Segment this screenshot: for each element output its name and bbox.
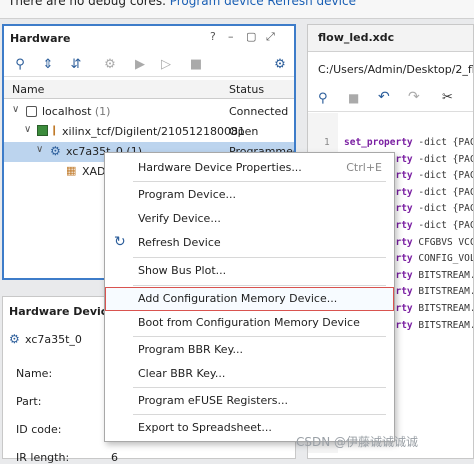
run-trigger-icon[interactable]: ▶ [132, 57, 148, 73]
maximize-icon[interactable]: ⤢ [266, 30, 275, 44]
jtag-icon: ❙ [50, 125, 59, 136]
column-name[interactable]: Name [12, 83, 44, 96]
menu-item-boot-from-configuration-memory[interactable]: Boot from Configuration Memory Device [105, 312, 394, 334]
stop-icon[interactable]: ■ [188, 57, 204, 73]
tree-label: localhost (1) [42, 105, 111, 118]
menu-item-verify-device[interactable]: Verify Device... [105, 208, 394, 230]
menu-item-program-efuse-registers[interactable]: Program eFUSE Registers... [105, 390, 394, 412]
menu-item-show-bus-plot[interactable]: Show Bus Plot... [105, 260, 394, 282]
name-label: Name: [16, 367, 53, 380]
refresh-icon: ↻ [114, 234, 126, 250]
menu-divider [133, 336, 386, 337]
info-message: There are no debug cores. Program device… [8, 0, 356, 8]
minimize-icon[interactable]: – [228, 30, 234, 43]
status-text: Connected [229, 105, 289, 118]
tree-label: xilinx_tcf/Digilent/210512180081 [62, 125, 245, 138]
restore-icon[interactable]: ▢ [246, 30, 256, 43]
auto-connect-icon[interactable]: ⚙ [102, 57, 118, 73]
menu-item-label: Program Device... [138, 188, 237, 201]
watermark: CSDN @伊藤诚诚诚诚 [296, 435, 419, 449]
settings-gear-icon[interactable]: ⚙ [272, 57, 288, 73]
line-number: 1 [324, 137, 330, 148]
info-bar: There are no debug cores. Program device… [0, 0, 474, 19]
program-device-link[interactable]: Program device [170, 0, 264, 8]
code-keyword: set_property -dict {PAC [344, 137, 474, 148]
menu-divider [133, 285, 386, 286]
editor-tab[interactable]: flow_led.xdc [308, 25, 473, 52]
menu-divider [133, 414, 386, 415]
menu-item-program-bbr-key[interactable]: Program BBR Key... [105, 339, 394, 361]
menu-item-label: Show Bus Plot... [138, 264, 227, 277]
info-text: There are no debug cores. [8, 0, 166, 8]
board-icon [37, 125, 48, 136]
menu-item-add-configuration-memory-device[interactable]: Add Configuration Memory Device... [105, 287, 394, 311]
menu-item-label: Verify Device... [138, 212, 221, 225]
menu-item-program-device[interactable]: Program Device... [105, 184, 394, 206]
tree-row-target[interactable]: ∨ ❙ xilinx_tcf/Digilent/210512180081 Ope… [4, 122, 294, 142]
menu-divider [133, 257, 386, 258]
menu-divider [133, 387, 386, 388]
xadc-icon: ▦ [66, 164, 77, 177]
hardware-toolbar: ⚲ ⇕ ⇵ ⚙ ▶ ▷ ■ ⚙ [4, 54, 294, 77]
ir-length-value: 6 [111, 451, 118, 464]
help-icon[interactable]: ? [210, 30, 216, 43]
menu-item-hardware-device-properties[interactable]: Hardware Device Properties... Ctrl+E [105, 157, 394, 179]
cut-icon[interactable]: ✂ [442, 90, 453, 105]
chevron-down-icon[interactable]: ∨ [12, 104, 19, 115]
context-menu: Hardware Device Properties... Ctrl+E Pro… [104, 152, 395, 442]
chip-icon: ⚙ [9, 332, 20, 346]
menu-item-label: Clear BBR Key... [138, 367, 226, 380]
menu-item-refresh-device[interactable]: ↻ Refresh Device [105, 232, 394, 254]
table-header: Name Status [4, 80, 294, 99]
file-path: C:/Users/Admin/Desktop/2_flow_ [318, 63, 473, 76]
tree-row-localhost[interactable]: ∨ localhost (1) Connected [4, 102, 294, 122]
part-label: Part: [16, 395, 42, 408]
chevron-down-icon[interactable]: ∨ [24, 124, 31, 135]
run-trigger-immediate-icon[interactable]: ▷ [158, 57, 174, 73]
ir-length-label: IR length: [16, 451, 70, 464]
server-icon [26, 106, 37, 117]
chip-icon: ⚙ [50, 144, 61, 158]
menu-item-clear-bbr-key[interactable]: Clear BBR Key... [105, 363, 394, 385]
save-icon[interactable]: ■ [348, 91, 359, 105]
menu-item-label: Program eFUSE Registers... [138, 394, 288, 407]
menu-shortcut: Ctrl+E [346, 161, 382, 174]
menu-item-label: Export to Spreadsheet... [138, 421, 272, 434]
device-name: xc7a35t_0 [25, 333, 82, 346]
menu-item-label: Hardware Device Properties... [138, 161, 302, 174]
menu-item-label: Refresh Device [138, 236, 221, 249]
refresh-device-link[interactable]: Refresh device [267, 0, 356, 8]
menu-item-label: Boot from Configuration Memory Device [138, 316, 360, 329]
editor-toolbar: ⚲ ■ ↶ ↷ ✂ [308, 87, 473, 112]
chevron-down-icon[interactable]: ∨ [36, 144, 43, 155]
search-icon[interactable]: ⚲ [318, 91, 328, 106]
editor-tab-label: flow_led.xdc [318, 31, 395, 44]
menu-item-label: Add Configuration Memory Device... [138, 292, 338, 305]
expand-all-icon[interactable]: ⇵ [68, 57, 84, 73]
menu-divider [133, 181, 386, 182]
menu-item-label: Program BBR Key... [138, 343, 244, 356]
column-status[interactable]: Status [229, 83, 264, 96]
collapse-all-icon[interactable]: ⇕ [40, 57, 56, 73]
search-icon[interactable]: ⚲ [12, 57, 28, 73]
status-text: Open [229, 125, 259, 138]
redo-icon[interactable]: ↷ [408, 89, 420, 105]
undo-icon[interactable]: ↶ [378, 89, 390, 105]
id-code-label: ID code: [16, 423, 62, 436]
hardware-panel-title: Hardware [10, 32, 71, 45]
